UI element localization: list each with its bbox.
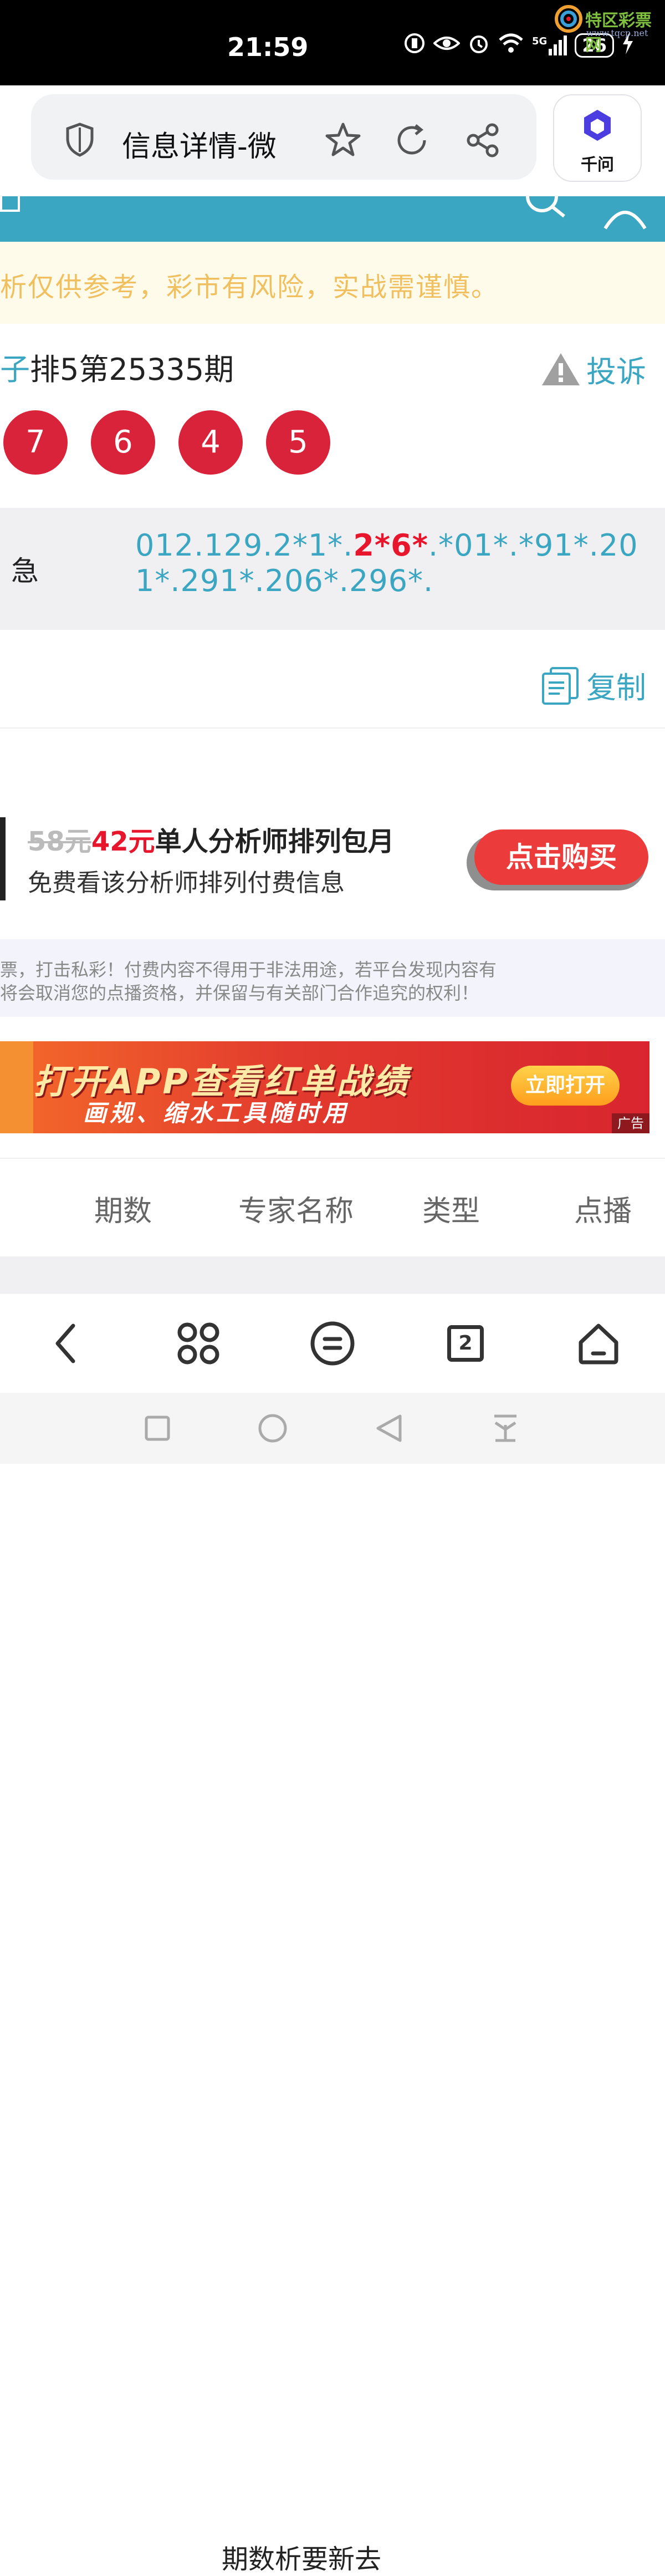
open-app-button[interactable]: 立即打开 — [511, 1066, 620, 1106]
disclaimer-line: 将会取消您的点播资格，并保留与有关部门合作追究的权利！ — [0, 982, 479, 1004]
disclaimer: 票，打击私彩！付费内容不得用于非法用途，若平台发现内容有 将会取消您的点播资格，… — [0, 939, 665, 1017]
tabs-icon: 2 — [447, 1325, 484, 1362]
app-banner-ad[interactable]: 打开APP查看红单战绩 画规、缩水工具随时用 立即打开 广告 — [0, 1041, 649, 1133]
table-header-issue: 期数 — [94, 1195, 152, 1228]
share-icon[interactable] — [464, 122, 501, 159]
copy-label: 复制 — [586, 670, 646, 705]
prediction-label: 急 — [11, 555, 39, 587]
menu-icon — [310, 1321, 355, 1366]
promo-qr-edge — [0, 817, 6, 900]
circle-icon — [258, 1414, 287, 1443]
qianwen-label: 千问 — [581, 155, 614, 175]
alarm-icon — [468, 32, 490, 59]
page-title[interactable]: 信息详情-微 — [122, 123, 277, 165]
user-icon[interactable] — [602, 196, 648, 230]
pull-down-icon — [494, 1414, 516, 1442]
apps-button[interactable] — [172, 1317, 225, 1370]
result-ball: 6 — [91, 410, 155, 475]
notice-text: 析仅供参考，彩市有风险，实战需谨慎。 — [0, 272, 499, 303]
prediction-highlight: 2*6* — [353, 528, 428, 563]
buy-button[interactable]: 点击购买 — [474, 829, 648, 885]
disclaimer-line: 票，打击私彩！付费内容不得用于非法用途，若平台发现内容有 — [0, 959, 497, 980]
home-system-button[interactable] — [255, 1411, 290, 1446]
copy-icon — [542, 666, 579, 705]
prediction-part1: 012.129.2*1*. — [135, 528, 354, 563]
warning-icon — [542, 353, 580, 385]
status-bar: 21:59 5G 26 特区彩票网 www.tqcp.net — [0, 0, 665, 85]
menu-button[interactable] — [306, 1317, 359, 1370]
complaint-button[interactable]: 投诉 — [541, 347, 646, 391]
table-row: 期数析要新去 — [0, 1256, 665, 2575]
eye-icon — [433, 32, 461, 59]
prediction-text: 012.129.2*1*.2*6*.*01*.*91*.201*.291*.20… — [135, 528, 651, 599]
banner-subtitle: 画规、缩水工具随时用 — [83, 1099, 350, 1127]
risk-notice: 析仅供参考，彩市有风险，实战需谨慎。 — [0, 242, 665, 324]
ad-tag: 广告 — [612, 1113, 649, 1133]
star-icon[interactable] — [324, 121, 362, 160]
qianwen-logo-icon — [584, 110, 611, 141]
browser-bottom-nav: 2 — [0, 1293, 665, 1393]
shield-icon[interactable] — [64, 122, 95, 157]
back-icon — [55, 1323, 75, 1363]
recents-button[interactable] — [140, 1411, 175, 1446]
browser-toolbar: 信息详情-微 千问 — [0, 85, 665, 196]
prediction-block: 急 012.129.2*1*.2*6*.*01*.*91*.201*.291*.… — [0, 508, 665, 630]
divider — [0, 727, 665, 729]
divider — [0, 1158, 665, 1159]
copy-button[interactable]: 复制 — [541, 663, 646, 707]
home-button[interactable] — [572, 1317, 625, 1370]
search-icon[interactable] — [523, 196, 567, 222]
wifi-icon — [498, 32, 524, 59]
address-bar[interactable]: 信息详情-微 — [31, 94, 536, 180]
reload-icon[interactable] — [393, 122, 430, 159]
hd-call-icon — [403, 32, 426, 59]
back-button[interactable] — [39, 1317, 92, 1370]
system-nav-bar — [0, 1393, 665, 1464]
issue-title: 子排5第25335期 — [0, 345, 234, 389]
qianwen-assistant-button[interactable]: 千问 — [553, 94, 642, 182]
table-header-view: 点播 — [574, 1195, 632, 1228]
table-header-expert: 专家名称 — [238, 1195, 354, 1228]
promo-price: 58元42元单人分析师排列包月 — [28, 819, 395, 858]
price-old: 58元 — [28, 826, 91, 857]
result-ball: 7 — [3, 410, 68, 475]
complaint-label: 投诉 — [586, 354, 646, 389]
menu-corner-icon[interactable] — [0, 196, 20, 212]
promo-description: 单人分析师排列包月 — [155, 826, 395, 857]
watermark-url: www.tqcp.net — [586, 28, 648, 38]
table-row-partial-text: 期数析要新去 — [222, 2544, 382, 2575]
triangle-back-icon — [376, 1414, 402, 1442]
result-ball: 5 — [266, 410, 330, 475]
status-time: 21:59 — [227, 32, 309, 62]
apps-icon — [177, 1322, 219, 1365]
banner-decoration — [0, 1041, 33, 1133]
square-icon — [145, 1416, 170, 1441]
watermark-logo-icon — [555, 5, 582, 33]
issue-title-prefix[interactable]: 子 — [0, 352, 30, 387]
table-header-type: 类型 — [422, 1195, 480, 1228]
notification-pull-button[interactable] — [488, 1411, 523, 1446]
watermark: 特区彩票网 www.tqcp.net — [554, 4, 665, 55]
result-ball: 4 — [178, 410, 243, 475]
home-icon — [579, 1323, 618, 1365]
tabs-button[interactable]: 2 — [439, 1317, 492, 1370]
network-label: 5G — [532, 35, 548, 47]
issue-title-text: 排5第25335期 — [30, 352, 234, 387]
back-system-button[interactable] — [371, 1411, 407, 1446]
price-new: 42元 — [91, 826, 155, 857]
site-header — [0, 196, 665, 242]
promo-subtitle: 免费看该分析师排列付费信息 — [28, 869, 345, 897]
